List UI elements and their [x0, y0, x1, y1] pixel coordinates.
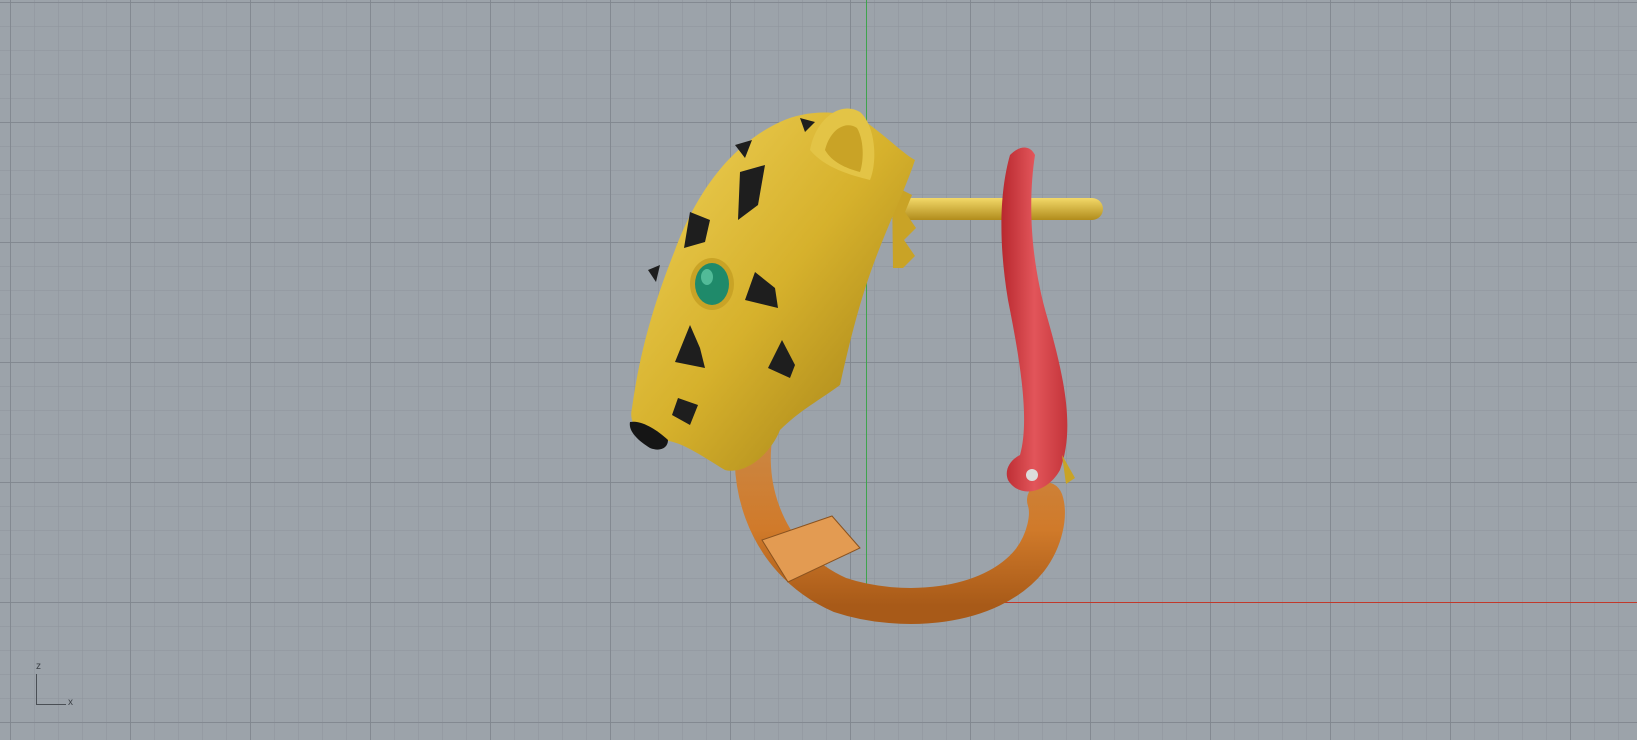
- triad-vertical-line: [36, 674, 37, 704]
- triad-z-label: z: [36, 661, 41, 672]
- triad-horizontal-line: [36, 704, 66, 705]
- earring-post[interactable]: [892, 185, 1103, 268]
- earring-model[interactable]: [0, 0, 1637, 740]
- emerald-eye: [690, 258, 734, 310]
- triad-x-label: x: [68, 697, 73, 708]
- 3d-viewport[interactable]: z x: [0, 0, 1637, 740]
- axis-triad-icon: z x: [30, 662, 80, 712]
